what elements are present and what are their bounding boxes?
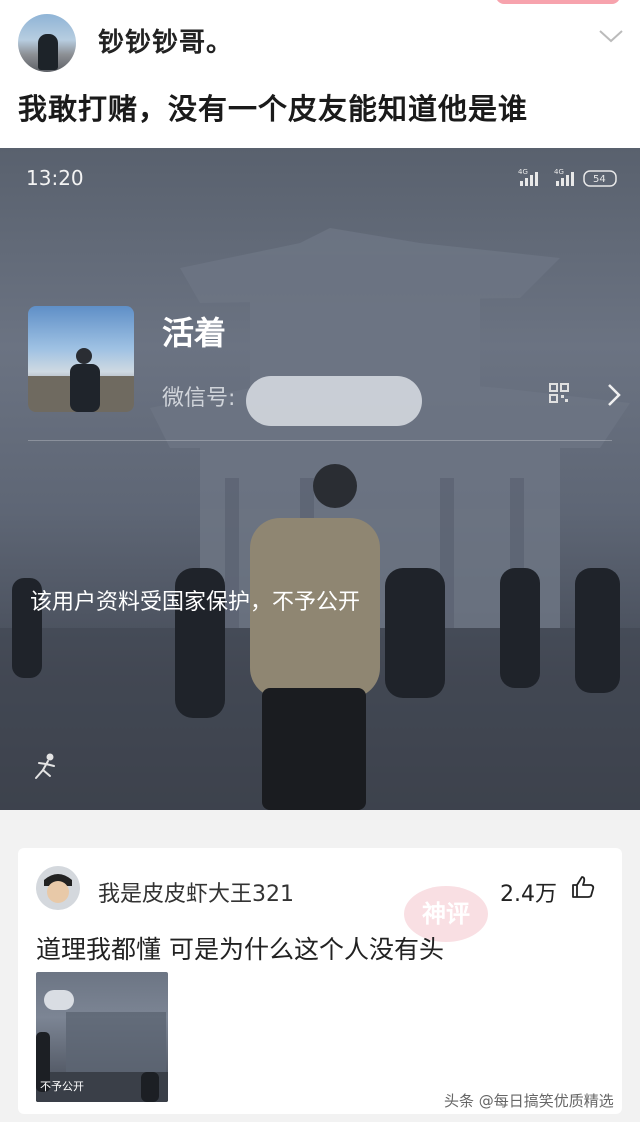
thumbs-up-icon[interactable] [570, 874, 596, 900]
stamp-text: 神评 [422, 900, 470, 928]
signal-battery-icons: 4G 4G 54 [518, 168, 617, 187]
top-tab-decoration [496, 0, 620, 4]
battery-level: 54 [593, 174, 606, 185]
qr-code-icon[interactable] [548, 382, 570, 404]
status-time: 13:20 [26, 166, 84, 190]
post-header: 钞钞钞哥。 我敢打赌，没有一个皮友能知道他是谁 [0, 0, 640, 148]
comment-text: 道理我都懂 可是为什么这个人没有头 [36, 935, 444, 964]
chevron-right-icon[interactable] [606, 382, 622, 408]
watermark: 头条 @每日搞笑优质精选 [444, 1092, 614, 1110]
profile-name: 活着 [162, 314, 227, 352]
protected-notice: 该用户资料受国家保护，不予公开 [30, 590, 361, 615]
wechat-profile-screenshot[interactable]: 13:20 4G 4G 54 活着 微信号: 该用户资料受国家保护，不予公开 [0, 148, 640, 810]
author-name[interactable]: 钞钞钞哥。 [98, 22, 233, 59]
chevron-down-icon[interactable] [598, 28, 624, 44]
avatar-figure [38, 34, 58, 70]
avatar-photo [28, 348, 134, 412]
avatar-face [36, 866, 80, 910]
comment-image-thumbnail[interactable]: 不予公开 [36, 972, 168, 1102]
commenter-avatar[interactable] [36, 866, 80, 910]
signal-label-1: 4G [518, 168, 528, 176]
wechat-id-label: 微信号: [162, 386, 236, 411]
temple-background [0, 228, 640, 810]
profile-divider [28, 440, 612, 441]
thumbnail-caption: 不予公开 [40, 1080, 84, 1093]
signal-label-2: 4G [554, 168, 564, 176]
commenter-name[interactable]: 我是皮皮虾大王321 [98, 876, 294, 908]
running-man-icon[interactable] [30, 752, 60, 782]
like-count: 2.4万 [500, 882, 557, 907]
author-avatar[interactable] [18, 14, 76, 72]
profile-avatar[interactable] [28, 306, 134, 412]
comment-card: 我是皮皮虾大王321 神评 2.4万 道理我都懂 可是为什么这个人没有头 不予公… [18, 848, 622, 1114]
wechat-id-blurred [246, 376, 422, 426]
post-title: 我敢打赌，没有一个皮友能知道他是谁 [18, 92, 529, 126]
